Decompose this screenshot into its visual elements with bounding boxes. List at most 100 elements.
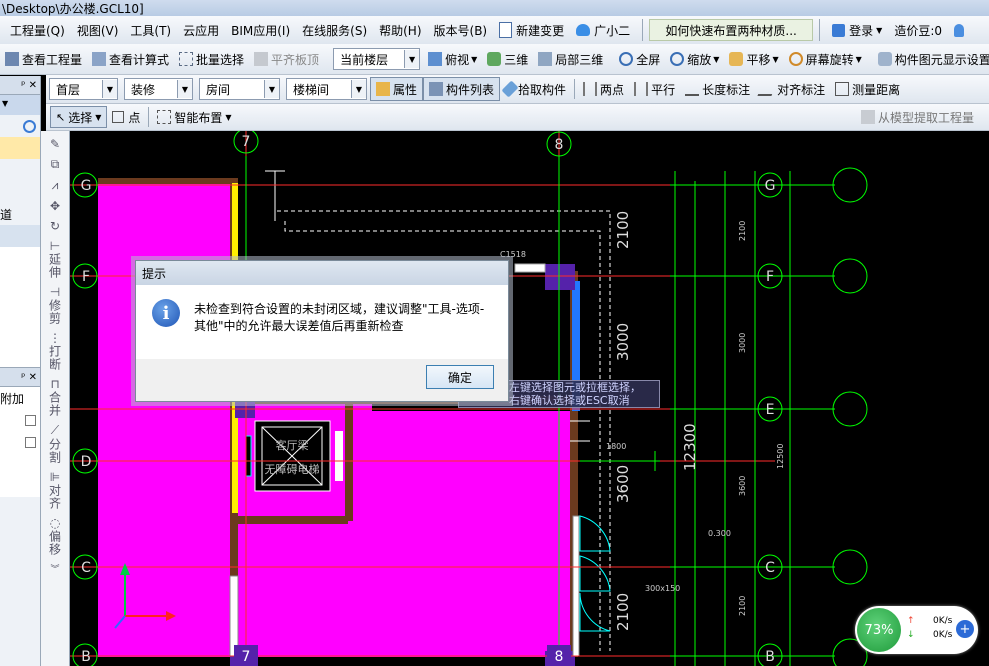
component-list-button[interactable]: 构件列表	[423, 77, 501, 101]
zoom-button[interactable]: 缩放 ▼	[665, 48, 724, 70]
tree-item[interactable]	[0, 159, 40, 181]
trim-tool[interactable]: ⊣ 修剪	[41, 285, 69, 325]
menu-help[interactable]: 帮助(H)	[373, 16, 427, 44]
pick-component-button[interactable]: 拾取构件	[500, 78, 571, 100]
dim-2100-bottom: 2100	[614, 593, 632, 631]
aligned-dimension-label: 对齐标注	[777, 82, 826, 97]
wall[interactable]	[98, 178, 238, 184]
menu-new-change[interactable]: 新建变更	[493, 16, 570, 44]
door[interactable]	[579, 555, 611, 592]
plus-icon[interactable]: +	[956, 620, 974, 638]
dialog-titlebar[interactable]: 提示	[136, 261, 508, 285]
parallel-button[interactable]: 平行	[629, 78, 680, 100]
network-widget[interactable]: 73% ↑ 0K/s ↓ 0K/s +	[855, 606, 978, 654]
two-points-button[interactable]: 两点	[578, 78, 629, 100]
news-link[interactable]: 如何快速布置两种材质...	[649, 19, 814, 41]
split-tool[interactable]: ⟋ 分割	[41, 423, 69, 464]
top-view-button[interactable]: 俯视 ▼	[423, 48, 482, 70]
info-icon: i	[152, 299, 180, 327]
display-settings-button[interactable]: 构件图元显示设置	[873, 48, 989, 70]
modify-toolbar: ✎ ⧉ ⩘ ✥ ↻ ⊢ 延伸 ⊣ 修剪 ⋮ 打断 ⊓ 合并 ⟋ 分割 ⊫ 对齐 ◌ 偏移 ︾	[41, 131, 70, 666]
rotate-icon[interactable]: ↻	[41, 219, 69, 233]
move-icon[interactable]: ✥	[41, 199, 69, 213]
tree-item[interactable]	[0, 181, 40, 203]
point-button[interactable]: 点	[107, 106, 145, 128]
checkbox[interactable]	[25, 414, 36, 426]
3d-view-button[interactable]: 三维	[482, 48, 533, 70]
type-select[interactable]: 房间 ▼	[199, 78, 280, 100]
window[interactable]	[514, 263, 546, 273]
window[interactable]	[572, 515, 580, 657]
properties-button[interactable]: 属性	[370, 77, 424, 101]
fullscreen-button[interactable]: 全屏	[614, 48, 665, 70]
brush-icon[interactable]: ✎	[41, 137, 69, 151]
door[interactable]	[579, 592, 611, 632]
component-select[interactable]: 楼梯间 ▼	[286, 78, 367, 100]
pan-button[interactable]: 平移 ▼	[724, 48, 783, 70]
menu-version[interactable]: 版本号(B)	[428, 16, 494, 44]
pin-icon[interactable]: ᵖ	[21, 372, 25, 383]
batch-icon	[179, 52, 194, 66]
ok-button[interactable]: 确定	[426, 365, 494, 389]
align-tool[interactable]: ⊫ 对齐	[41, 470, 69, 510]
aligned-dimension-button[interactable]: 对齐标注	[755, 78, 830, 100]
login-button[interactable]: 登录 ▼	[826, 16, 888, 44]
view-quantity-button[interactable]: 查看工程量	[0, 48, 87, 70]
menu-view[interactable]: 视图(V)	[71, 16, 125, 44]
tree-item[interactable]	[0, 225, 40, 247]
close-icon[interactable]: ✕	[29, 80, 37, 91]
floor-scope-select[interactable]: 当前楼层 ▼	[333, 48, 421, 70]
properties-icon	[376, 82, 390, 96]
length-dimension-button[interactable]: 长度标注	[680, 78, 755, 100]
measure-distance-button[interactable]: 测量距离	[830, 78, 905, 100]
menu-quantity[interactable]: 工程量(Q)	[0, 16, 71, 44]
window[interactable]	[229, 575, 239, 657]
extend-tool[interactable]: ⊢ 延伸	[41, 239, 69, 279]
room-fill[interactable]	[350, 411, 570, 657]
type-value: 房间	[206, 82, 231, 97]
offset-icon: ◌	[49, 516, 61, 530]
door-leaf[interactable]	[245, 435, 252, 477]
break-tool[interactable]: ⋮ 打断	[41, 331, 69, 371]
smart-layout-button[interactable]: 智能布置 ▼	[152, 106, 236, 128]
tree-item-passage[interactable]: 道	[0, 203, 40, 225]
close-icon[interactable]: ✕	[29, 372, 37, 383]
view-formula-button[interactable]: 查看计算式	[87, 48, 174, 70]
chevron-down-icon: ▼	[772, 54, 779, 64]
menu-bim[interactable]: BIM应用(I)	[225, 16, 296, 44]
bell-icon[interactable]	[948, 16, 970, 44]
menu-tools[interactable]: 工具(T)	[124, 16, 177, 44]
tree-item-selected[interactable]	[0, 137, 40, 159]
point-icon	[112, 111, 125, 123]
door[interactable]	[579, 515, 611, 552]
chevron-down-icon: ▼	[264, 80, 279, 98]
tree-blank	[0, 247, 40, 367]
dim-small-3000: 3000	[738, 333, 747, 353]
menu-cloud[interactable]: 云应用	[177, 16, 225, 44]
pin-icon[interactable]: ᵖ	[21, 80, 25, 91]
axis-label-right-c: C	[765, 560, 775, 576]
extract-quantity-button[interactable]: 从模型提取工程量	[856, 106, 979, 128]
partial-3d-button[interactable]: 局部三维	[533, 48, 608, 70]
checkbox[interactable]	[25, 436, 36, 448]
chevron-down-icon[interactable]: ▼	[2, 99, 8, 108]
room-fill[interactable]	[98, 183, 232, 657]
wall[interactable]	[238, 516, 348, 524]
batch-select-button[interactable]: 批量选择	[174, 48, 249, 70]
offset-tool[interactable]: ◌ 偏移	[41, 516, 69, 556]
room-label-hall: 客厅梁	[276, 438, 309, 452]
copy-icon[interactable]: ⧉	[41, 157, 69, 172]
search-icon[interactable]	[23, 119, 36, 133]
rotate-screen-button[interactable]: 屏幕旋转 ▼	[784, 48, 867, 70]
category-select[interactable]: 装修 ▼	[124, 78, 193, 100]
mirror-icon[interactable]: ⩘	[41, 178, 69, 193]
merge-tool[interactable]: ⊓ 合并	[41, 377, 69, 417]
more-icon[interactable]: ︾	[41, 562, 69, 575]
floor-select[interactable]: 首层 ▼	[49, 78, 118, 100]
column[interactable]	[545, 264, 575, 290]
menu-online[interactable]: 在线服务(S)	[296, 16, 373, 44]
align-slab-top-button[interactable]: 平齐板顶	[249, 48, 324, 70]
menu-assistant[interactable]: 广小二	[570, 16, 636, 44]
door-leaf[interactable]	[335, 431, 343, 481]
select-button[interactable]: ↖ 选择 ▼	[50, 106, 108, 128]
